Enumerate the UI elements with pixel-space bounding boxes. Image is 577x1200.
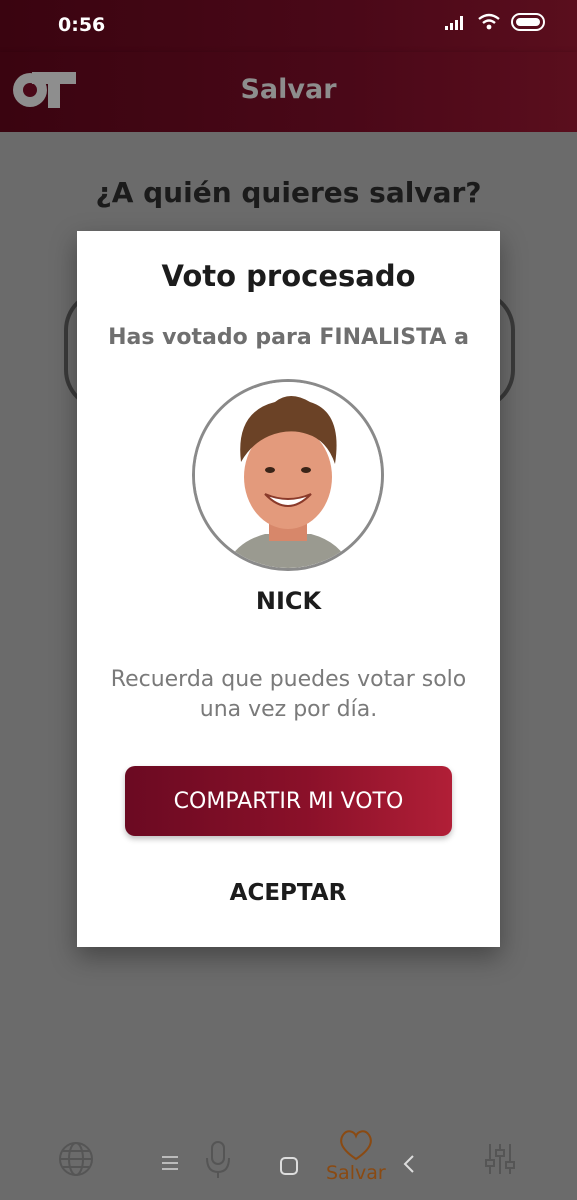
vote-reminder: Recuerda que puedes votar solo una vez p…	[110, 667, 467, 722]
system-home-button[interactable]	[279, 1156, 299, 1176]
accept-button[interactable]: ACEPTAR	[188, 871, 388, 915]
vote-dialog: Voto procesado Has votado para FINALISTA…	[77, 231, 500, 947]
candidate-avatar	[192, 379, 384, 571]
dialog-title: Voto procesado	[161, 259, 416, 293]
app-title: Salvar	[240, 74, 337, 105]
candidate-name: NICK	[255, 587, 322, 615]
globe-icon	[59, 1142, 93, 1176]
status-bar: 0:56	[0, 0, 577, 52]
bottom-nav: Salvar	[0, 1120, 577, 1200]
microphone-icon	[206, 1141, 230, 1178]
home-square-icon	[280, 1157, 298, 1175]
nav-salvar-label: Salvar	[326, 1162, 386, 1184]
nav-world[interactable]	[57, 1140, 95, 1178]
share-vote-button[interactable]: COMPARTIR MI VOTO	[125, 766, 452, 836]
status-time: 0:56	[58, 14, 106, 36]
battery-icon	[511, 13, 545, 31]
candidate-photo	[195, 382, 381, 568]
app-bar: Salvar	[0, 52, 577, 132]
page-question: ¿A quién quieres salvar?	[95, 176, 482, 209]
heart-icon	[340, 1130, 372, 1161]
back-chevron-icon	[403, 1155, 414, 1173]
sliders-icon	[485, 1144, 515, 1174]
status-icons	[445, 13, 547, 31]
nav-mic[interactable]	[204, 1140, 232, 1180]
menu-icon	[162, 1156, 178, 1170]
system-back-button[interactable]	[402, 1154, 416, 1174]
nav-salvar[interactable]: Salvar	[326, 1128, 386, 1184]
system-menu-button[interactable]	[160, 1154, 180, 1172]
nav-settings[interactable]	[484, 1142, 516, 1176]
dialog-subtitle: Has votado para FINALISTA a	[108, 325, 469, 350]
wifi-icon	[478, 13, 500, 30]
signal-icon	[445, 16, 463, 30]
